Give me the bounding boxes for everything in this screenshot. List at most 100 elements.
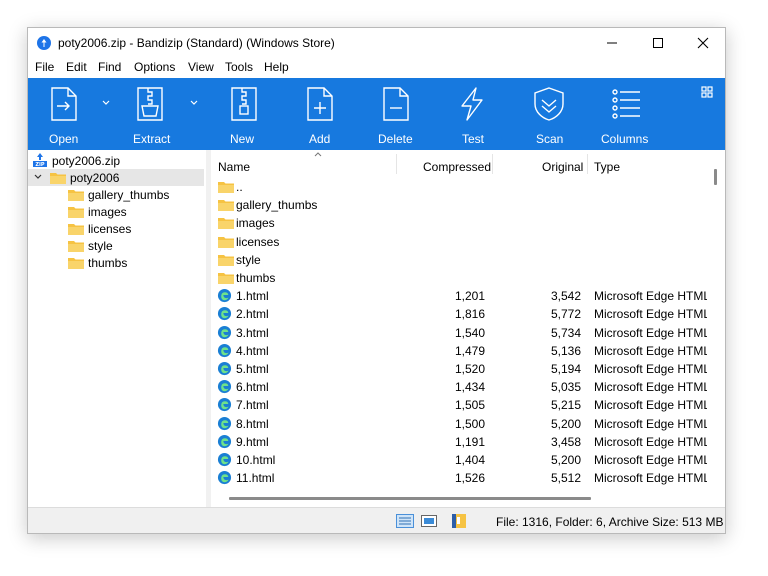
tree-item-folder[interactable]: licenses [28, 220, 206, 237]
tree-folder-label: licenses [88, 222, 132, 236]
folder-icon [218, 200, 234, 212]
tree-item-folder[interactable]: thumbs [28, 254, 206, 271]
row-compressed: 1,404 [454, 453, 485, 467]
menu-tools[interactable]: Tools [225, 60, 253, 74]
column-divider[interactable] [587, 154, 588, 174]
bandizip-window: poty2006.zip - Bandizip (Standard) (Wind… [27, 27, 726, 534]
row-name: 2.html [236, 307, 269, 322]
vertical-scroll-thumb[interactable] [714, 169, 717, 185]
columns-button[interactable]: Columns [600, 78, 656, 150]
menu-find[interactable]: Find [98, 60, 121, 74]
menu-view[interactable]: View [188, 60, 214, 74]
menu-edit[interactable]: Edit [66, 60, 87, 74]
scan-button[interactable]: Scan [526, 78, 570, 150]
new-label: New [230, 132, 255, 146]
shield-check-icon [534, 87, 564, 121]
row-name: 8.html [236, 416, 269, 431]
folder-icon [68, 241, 84, 252]
tree-folder-label: gallery_thumbs [88, 188, 170, 202]
edge-html-icon [217, 325, 232, 339]
list-row-file[interactable]: 1.html 1,201 3,542 Microsoft Edge HTML D... [211, 287, 725, 305]
delete-button[interactable]: Delete [374, 78, 418, 150]
edge-html-icon [217, 343, 232, 357]
list-row-folder[interactable]: .. [211, 178, 707, 196]
extract-dropdown-chevron-icon[interactable] [190, 100, 198, 106]
tree-item-archive[interactable]: ZIP poty2006.zip [28, 152, 206, 169]
list-row-folder[interactable]: licenses [211, 233, 707, 251]
layout-grid-icon[interactable] [701, 86, 713, 98]
list-row-file[interactable]: 6.html 1,434 5,035 Microsoft Edge HTML D... [211, 378, 725, 396]
folder-icon [68, 207, 84, 218]
open-dropdown-chevron-icon[interactable] [102, 100, 110, 106]
tree-folder-label: style [88, 239, 113, 253]
column-divider[interactable] [492, 154, 493, 174]
horizontal-scroll-thumb[interactable] [229, 497, 591, 500]
list-row-folder[interactable]: thumbs [211, 269, 707, 287]
close-button[interactable] [681, 28, 725, 58]
list-row-file[interactable]: 2.html 1,816 5,772 Microsoft Edge HTML D... [211, 305, 725, 323]
tree-item-folder[interactable]: gallery_thumbs [28, 186, 206, 203]
row-compressed: 1,505 [454, 398, 485, 413]
row-compressed: 1,816 [454, 307, 485, 322]
menu-options[interactable]: Options [134, 60, 175, 74]
tree-item-folder[interactable]: style [28, 237, 206, 254]
edge-html-icon [217, 380, 232, 394]
edge-html-icon [217, 416, 232, 430]
row-original: 3,542 [550, 289, 581, 304]
tree-folder-label: images [88, 205, 127, 219]
minimize-button[interactable] [590, 28, 634, 58]
folder-icon [218, 273, 234, 284]
row-original: 5,194 [550, 362, 581, 376]
row-original: 5,512 [550, 471, 581, 486]
extract-button[interactable]: Extract [126, 78, 176, 150]
tree-item-root[interactable]: poty2006 [28, 169, 204, 186]
column-header-original[interactable]: Original [542, 160, 583, 174]
list-row-file[interactable]: 4.html 1,479 5,136 Microsoft Edge HTML D... [211, 342, 725, 360]
list-row-file[interactable]: 10.html 1,404 5,200 Microsoft Edge HTML D..… [211, 451, 725, 469]
row-compressed: 1,520 [454, 362, 485, 376]
chevron-down-icon[interactable] [34, 174, 42, 180]
vertical-scrollbar[interactable] [707, 150, 725, 507]
edge-html-icon [217, 289, 232, 303]
open-label: Open [49, 132, 79, 146]
svg-text:ZIP: ZIP [35, 162, 44, 168]
list-row-file[interactable]: 9.html 1,191 3,458 Microsoft Edge HTML D... [211, 433, 725, 451]
list-row-folder[interactable]: gallery_thumbs [211, 196, 707, 214]
columns-list-icon [612, 89, 640, 119]
row-name: .. [236, 180, 243, 194]
list-row-file[interactable]: 11.html 1,526 5,512 Microsoft Edge HTML D..… [211, 469, 725, 487]
archive-info-icon[interactable] [451, 513, 467, 529]
column-divider[interactable] [396, 154, 397, 174]
list-row-folder[interactable]: images [211, 214, 707, 232]
horizontal-scrollbar[interactable] [211, 490, 707, 507]
list-row-file[interactable]: 8.html 1,500 5,200 Microsoft Edge HTML D... [211, 415, 725, 433]
delete-file-icon [383, 87, 409, 121]
menu-file[interactable]: File [35, 60, 54, 74]
list-header: Name Compressed Original Type [211, 150, 707, 178]
column-header-type[interactable]: Type [594, 160, 620, 174]
file-list: Name Compressed Original Type .. gallery_… [211, 150, 725, 507]
column-header-compressed[interactable]: Compressed [423, 160, 491, 174]
new-archive-icon [231, 87, 257, 121]
thumbnail-view-icon[interactable] [421, 515, 437, 527]
add-button[interactable]: Add [298, 78, 342, 150]
columns-label: Columns [601, 132, 649, 146]
list-row-file[interactable]: 7.html 1,505 5,215 Microsoft Edge HTML D... [211, 396, 725, 414]
edge-html-icon [217, 361, 232, 376]
new-button[interactable]: New [222, 78, 266, 150]
list-row-file[interactable]: 3.html 1,540 5,734 Microsoft Edge HTML D... [211, 324, 725, 342]
list-row-file[interactable]: 5.html 1,520 5,194 Microsoft Edge HTML D... [211, 360, 725, 378]
folder-icon [218, 182, 234, 193]
tree-item-folder[interactable]: images [28, 203, 206, 220]
open-button[interactable]: Open [40, 78, 86, 150]
maximize-button[interactable] [636, 28, 680, 58]
menu-help[interactable]: Help [264, 60, 289, 74]
details-view-icon[interactable] [396, 514, 414, 528]
scan-label: Scan [536, 132, 564, 146]
zip-archive-icon: ZIP [33, 153, 47, 168]
test-button[interactable]: Test [452, 78, 492, 150]
column-header-name[interactable]: Name [218, 160, 250, 174]
tree-root-label: poty2006 [70, 171, 120, 185]
list-row-folder[interactable]: style [211, 251, 707, 269]
row-compressed: 1,500 [454, 416, 485, 431]
